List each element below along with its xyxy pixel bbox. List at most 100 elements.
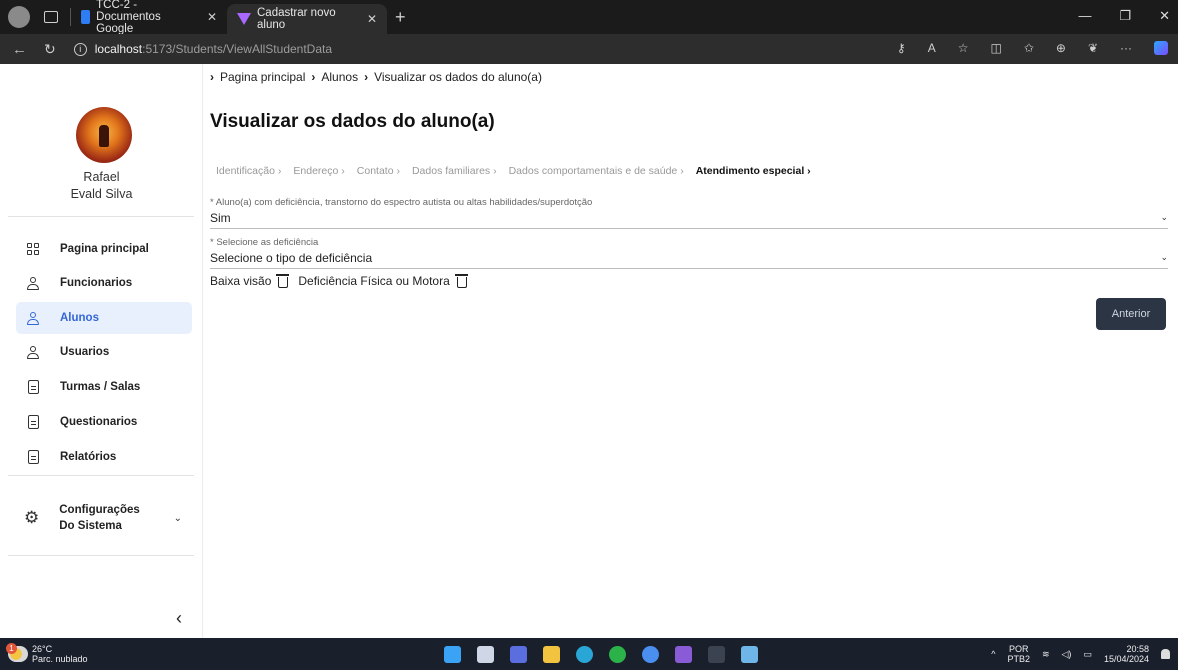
step-endereco[interactable]: Endereço › bbox=[293, 165, 344, 177]
vite-icon bbox=[237, 13, 251, 25]
windows-start-icon[interactable] bbox=[444, 646, 461, 663]
tab-actions-icon[interactable] bbox=[44, 11, 58, 23]
window-close-icon[interactable]: ✕ bbox=[1159, 8, 1170, 24]
trash-icon[interactable] bbox=[454, 273, 468, 288]
wifi-icon[interactable]: ≋ bbox=[1042, 649, 1050, 660]
extensions-icon[interactable]: ❦ bbox=[1088, 41, 1098, 55]
visual-studio-icon[interactable] bbox=[675, 646, 692, 663]
key-icon[interactable]: ⚷ bbox=[897, 41, 906, 55]
weather-widget[interactable]: 1 26°C Parc. nublado bbox=[6, 643, 88, 664]
divider bbox=[8, 216, 194, 217]
previous-button[interactable]: Anterior bbox=[1096, 298, 1166, 330]
breadcrumb-item[interactable]: Pagina principal bbox=[220, 70, 305, 84]
user-last-name: Evald Silva bbox=[70, 187, 133, 201]
chevron-up-icon[interactable]: ^ bbox=[991, 649, 995, 659]
taskbar: 1 26°C Parc. nublado ^ POR PTB2 ≋ ◁) ▭ 20:… bbox=[0, 638, 1178, 670]
minimize-icon[interactable]: — bbox=[1078, 8, 1091, 24]
profile-icon[interactable] bbox=[8, 6, 30, 28]
favorites-icon[interactable]: ✩ bbox=[1024, 41, 1034, 55]
trash-icon[interactable] bbox=[276, 273, 290, 288]
star-icon[interactable]: ☆ bbox=[958, 41, 969, 55]
sidebar-item-questionarios[interactable]: Questionarios bbox=[16, 406, 192, 438]
notification-icon[interactable] bbox=[1161, 649, 1170, 659]
avatar bbox=[76, 107, 132, 163]
split-screen-icon[interactable]: ◫ bbox=[990, 41, 1001, 55]
more-icon[interactable]: ··· bbox=[1120, 41, 1132, 55]
battery-icon[interactable]: ▭ bbox=[1083, 649, 1092, 660]
url-field[interactable]: localhost:5173/Students/ViewAllStudentDa… bbox=[95, 42, 332, 56]
google-docs-icon bbox=[81, 10, 91, 24]
weather-icon: 1 bbox=[6, 643, 28, 662]
document-icon bbox=[26, 450, 40, 464]
disability-value: Sim bbox=[210, 211, 231, 225]
step-dados-comportamentais[interactable]: Dados comportamentais e de saúde › bbox=[509, 165, 684, 177]
sidebar-item-funcionarios[interactable]: Funcionarios bbox=[16, 267, 192, 299]
user-icon bbox=[26, 311, 40, 325]
deficiency-type-select[interactable]: * Selecione as deficiência Selecione o t… bbox=[210, 237, 1168, 269]
new-tab-button[interactable]: + bbox=[395, 7, 406, 28]
sidebar-item-turmas[interactable]: Turmas / Salas bbox=[16, 371, 192, 403]
sidebar-item-label: Turmas / Salas bbox=[60, 381, 141, 393]
address-bar: ← ↻ i localhost:5173/Students/ViewAllStu… bbox=[0, 34, 1178, 64]
close-icon[interactable]: ✕ bbox=[367, 12, 377, 26]
temperature: 26°C bbox=[32, 644, 53, 654]
sidebar-item-label: Configurações Do Sistema bbox=[59, 504, 140, 532]
sidebar-item-configuracoes[interactable]: ⚙ Configurações Do Sistema ⌄ bbox=[16, 496, 192, 540]
sidebar-item-pagina-principal[interactable]: Pagina principal bbox=[16, 233, 192, 265]
read-aloud-icon[interactable]: A bbox=[928, 41, 936, 55]
docker-icon[interactable] bbox=[642, 646, 659, 663]
app-icon[interactable] bbox=[741, 646, 758, 663]
sidebar-item-relatorios[interactable]: Relatórios bbox=[16, 441, 192, 473]
weather-text: Parc. nublado bbox=[32, 654, 88, 664]
step-atendimento-especial[interactable]: Atendimento especial › bbox=[696, 165, 811, 177]
edge-icon[interactable] bbox=[576, 646, 593, 663]
divider bbox=[8, 475, 194, 476]
page-title: Visualizar os dados do aluno(a) bbox=[210, 111, 495, 132]
tab-title: Cadastrar novo aluno bbox=[257, 7, 336, 31]
selected-item: Deficiência Física ou Motora bbox=[298, 274, 450, 288]
clock[interactable]: 20:58 15/04/2024 bbox=[1104, 644, 1149, 664]
file-explorer-icon[interactable] bbox=[543, 646, 560, 663]
collections-icon[interactable]: ⊕ bbox=[1056, 41, 1066, 55]
teams-icon[interactable] bbox=[510, 646, 527, 663]
volume-icon[interactable]: ◁) bbox=[1062, 649, 1072, 660]
divider bbox=[8, 555, 194, 556]
info-icon[interactable]: i bbox=[73, 42, 87, 56]
breadcrumb-item[interactable]: Alunos bbox=[321, 70, 358, 84]
gear-icon: ⚙ bbox=[24, 508, 40, 527]
sidebar-item-label: Questionarios bbox=[60, 416, 138, 428]
deficiency-select-label: * Selecione as deficiência bbox=[210, 237, 319, 248]
deficiency-select-placeholder: Selecione o tipo de deficiência bbox=[210, 251, 373, 265]
copilot-icon[interactable] bbox=[1154, 41, 1168, 55]
tab-cadastrar[interactable]: Cadastrar novo aluno ✕ bbox=[227, 4, 387, 34]
terminal-icon[interactable] bbox=[708, 646, 725, 663]
close-icon[interactable]: ✕ bbox=[207, 10, 217, 24]
sidebar: Rafael Evald Silva Pagina principal Func… bbox=[0, 64, 203, 638]
task-view-icon[interactable] bbox=[477, 646, 494, 663]
step-dados-familiares[interactable]: Dados familiares › bbox=[412, 165, 497, 177]
reload-icon[interactable]: ↻ bbox=[44, 41, 56, 58]
step-identificacao[interactable]: Identificação › bbox=[216, 165, 281, 177]
sidebar-item-alunos[interactable]: Alunos bbox=[16, 302, 192, 334]
step-contato[interactable]: Contato › bbox=[357, 165, 400, 177]
sidebar-item-label: Funcionarios bbox=[60, 277, 133, 289]
restore-icon[interactable]: ❐ bbox=[1119, 8, 1131, 24]
main-content: › Pagina principal › Alunos › Visualizar… bbox=[210, 64, 1178, 638]
disability-question-label: * Aluno(a) com deficiência, transtorno d… bbox=[210, 197, 593, 208]
breadcrumb: › Pagina principal › Alunos › Visualizar… bbox=[210, 70, 542, 84]
browser-tab-bar: TCC-2 - Documentos Google ✕ Cadastrar no… bbox=[0, 0, 1178, 35]
selected-deficiencies: Baixa visão Deficiência Física ou Motora bbox=[210, 273, 473, 288]
breadcrumb-item[interactable]: Visualizar os dados do aluno(a) bbox=[374, 70, 542, 84]
back-icon[interactable]: ← bbox=[12, 41, 34, 58]
grid-icon bbox=[26, 242, 40, 256]
sidebar-item-label: Alunos bbox=[60, 312, 99, 324]
chevron-right-icon: › bbox=[311, 70, 316, 84]
collapse-sidebar-button[interactable]: ‹ bbox=[176, 608, 182, 629]
disability-select[interactable]: * Aluno(a) com deficiência, transtorno d… bbox=[210, 197, 1168, 229]
app: Rafael Evald Silva Pagina principal Func… bbox=[0, 64, 1178, 638]
language-indicator[interactable]: POR PTB2 bbox=[1007, 644, 1030, 664]
tab-docs[interactable]: TCC-2 - Documentos Google ✕ bbox=[71, 0, 227, 35]
chevron-right-icon: › bbox=[210, 70, 214, 84]
sidebar-item-usuarios[interactable]: Usuarios bbox=[16, 336, 192, 368]
whatsapp-icon[interactable] bbox=[609, 646, 626, 663]
